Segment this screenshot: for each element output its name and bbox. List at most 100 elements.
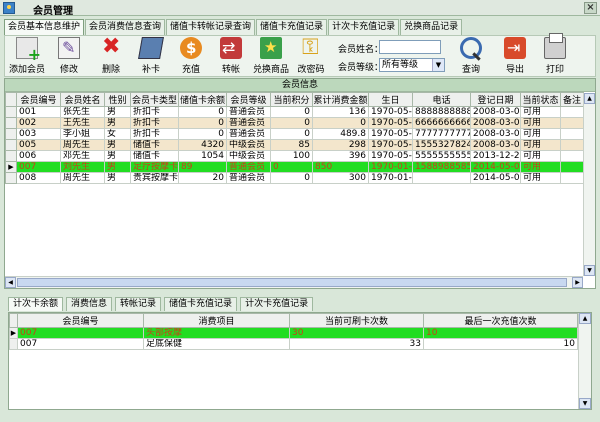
cell: 15889885858 [412, 161, 471, 173]
column-header[interactable]: 消费项目 [143, 313, 290, 328]
cell: 普通会员 [226, 161, 271, 173]
scrollbar-thumb[interactable] [17, 278, 567, 287]
export-button[interactable]: 导出 [495, 37, 535, 75]
close-button[interactable]: × [584, 2, 597, 14]
cell: 100 [270, 150, 313, 162]
cell: 可用 [520, 172, 561, 184]
table-row[interactable]: 001 张先生 男 折扣卡 0 普通会员 0 136 1970-05-13 88… [5, 106, 584, 118]
tab-member-consumption[interactable]: 会员消费信息查询 [85, 19, 166, 35]
scroll-up-icon[interactable]: ▲ [579, 313, 591, 324]
cell: 折扣卡 [130, 117, 179, 129]
top-tab-strip: 会员基本信息维护 会员消费信息查询 储值卡转帐记录查询 储值卡充值记录 计次卡充… [4, 19, 463, 35]
edit-button[interactable]: 修改 [49, 37, 89, 75]
cell: 10 [423, 338, 578, 350]
tab-consumption-info[interactable]: 消费信息 [66, 297, 113, 311]
column-header[interactable]: 累计消费金额 [312, 92, 369, 107]
tab-stored-value-recharge-records[interactable]: 储值卡充值记录 [164, 297, 238, 311]
transfer-button[interactable]: 转帐 [211, 37, 251, 75]
cell: 普通会员 [226, 172, 271, 184]
cell [412, 172, 471, 184]
tab-member-basic-info[interactable]: 会员基本信息维护 [4, 19, 85, 35]
cell: 2014-05-04 [470, 172, 521, 184]
tab-stored-value-transfer[interactable]: 储值卡转帐记录查询 [166, 19, 256, 35]
tab-transfer-records[interactable]: 转帐记录 [115, 297, 162, 311]
add-member-button[interactable]: 添加会员 [7, 37, 47, 75]
table-row-selected[interactable]: ▶ 007 头部按摩 30 10 [9, 327, 578, 339]
title-bar: 会员管理 × [0, 0, 600, 17]
column-header[interactable]: 当前可刷卡次数 [289, 313, 424, 328]
column-header[interactable]: 生日 [368, 92, 413, 107]
cell: 2008-03-03 [470, 106, 521, 118]
change-password-button[interactable]: 改密码 [291, 35, 331, 75]
tab-count-card-recharge-records[interactable]: 计次卡充值记录 [240, 297, 314, 311]
column-header[interactable]: 当前积分 [270, 92, 313, 107]
query-button[interactable]: 查询 [451, 37, 491, 75]
cell: 周先生 [60, 139, 105, 151]
cell: 2008-03-03 [470, 139, 521, 151]
column-header[interactable]: 性别 [104, 92, 131, 107]
cell: 可用 [520, 139, 561, 151]
horizontal-scrollbar[interactable]: ◀ ▶ [5, 276, 583, 288]
edit-icon [58, 37, 80, 59]
column-header[interactable]: 会员编号 [16, 92, 61, 107]
recharge-button[interactable]: 充值 [171, 37, 211, 75]
delete-button[interactable]: 删除 [91, 34, 131, 75]
tab-stored-value-recharge[interactable]: 储值卡充值记录 [256, 19, 328, 35]
cell: 中级会员 [226, 139, 271, 151]
column-header[interactable]: 会员姓名 [60, 92, 105, 107]
cell: 1970-05-13 [368, 106, 413, 118]
column-header[interactable]: 会员卡类型 [130, 92, 179, 107]
scroll-down-icon[interactable]: ▼ [579, 398, 591, 409]
scroll-right-icon[interactable]: ▶ [572, 277, 583, 288]
table-row[interactable]: 008 周先生 男 贵宾按摩卡 20 普通会员 0 300 1970-01-01… [5, 172, 584, 184]
table-row[interactable]: 002 王先生 男 折扣卡 0 普通会员 0 0 1970-05-14 6666… [5, 117, 584, 129]
scroll-up-icon[interactable]: ▲ [584, 93, 595, 104]
cell: 136 [312, 106, 369, 118]
column-header[interactable]: 登记日期 [470, 92, 521, 107]
column-header[interactable]: 会员编号 [17, 313, 144, 328]
tab-count-card-recharge[interactable]: 计次卡充值记录 [328, 19, 400, 35]
column-header[interactable]: 电话 [412, 92, 471, 107]
column-header[interactable]: 会员等级 [226, 92, 271, 107]
cell: 0 [312, 117, 369, 129]
recharge-label: 充值 [181, 65, 200, 75]
add-member-icon [16, 37, 41, 64]
edit-label: 修改 [59, 65, 78, 75]
vertical-scrollbar[interactable]: ▲ ▼ [578, 313, 591, 409]
row-indicator [5, 106, 17, 118]
table-row[interactable]: 007 足底保健 33 10 [9, 338, 578, 350]
vertical-scrollbar[interactable]: ▲ ▼ [583, 93, 595, 276]
column-header[interactable]: 最后一次充值次数 [423, 313, 578, 328]
scroll-left-icon[interactable]: ◀ [5, 277, 16, 288]
cell: 1970-05-14 [368, 139, 413, 151]
cell: 储值卡 [130, 150, 179, 162]
cell: 006 [16, 150, 61, 162]
table-row-selected[interactable]: ▶ 007 刘先生 男 足疗按摩卡 89 普通会员 0 850 1970-01-… [5, 161, 584, 173]
member-level-select[interactable]: 所有等级 ▼ [379, 58, 445, 72]
exchange-goods-button[interactable]: 兑换商品 [251, 37, 291, 75]
column-header[interactable]: 储值卡余额 [178, 92, 227, 107]
cell: 89 [178, 161, 227, 173]
corner-cell [9, 313, 18, 328]
cell: 85 [270, 139, 313, 151]
cell: 20 [178, 172, 227, 184]
cell: 可用 [520, 117, 561, 129]
table-row[interactable]: 003 李小姐 女 折扣卡 0 普通会员 0 489.8 1970-05-14 … [5, 128, 584, 140]
member-info-grid: 会员信息 会员编号 会员姓名 性别 会员卡类型 储值卡余额 会员等级 当前积分 … [4, 78, 596, 289]
column-header[interactable]: 当前状态 [520, 92, 561, 107]
table-row[interactable]: 006 邓先生 男 储值卡 1054 中级会员 100 396 1970-05-… [5, 150, 584, 162]
scroll-down-icon[interactable]: ▼ [584, 265, 595, 276]
print-button[interactable]: 打印 [535, 33, 575, 75]
tab-exchange-records[interactable]: 兑换商品记录 [400, 19, 463, 35]
cell: 男 [104, 106, 131, 118]
tab-count-card-balance[interactable]: 计次卡余额 [8, 297, 64, 311]
cell: 2008-03-03 [470, 117, 521, 129]
cell: 折扣卡 [130, 128, 179, 140]
cell: 储值卡 [130, 139, 179, 151]
member-name-input[interactable] [379, 40, 441, 54]
cell: 头部按摩 [143, 327, 290, 339]
table-row[interactable]: 005 周先生 男 储值卡 4320 中级会员 85 298 1970-05- 1… [5, 139, 584, 151]
export-label: 导出 [505, 65, 524, 75]
reissue-card-button[interactable]: 补卡 [131, 37, 171, 75]
column-header[interactable]: 备注 [560, 92, 584, 107]
